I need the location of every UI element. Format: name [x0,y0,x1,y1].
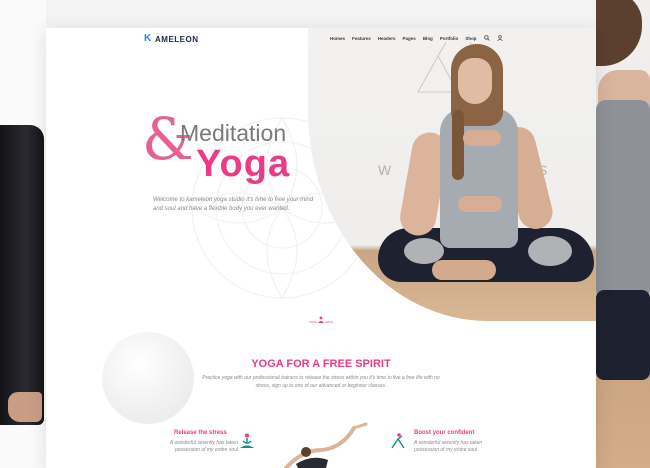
website-page: W S S K AMELEON Homes Features Headers P… [46,28,596,468]
woman-face [458,58,492,104]
yoga-pose-icon [391,433,405,449]
nav-item-pages[interactable]: Pages [403,36,416,41]
background-figure-pants [596,290,650,380]
logo-mark: K [144,33,152,44]
background-figure-foot [8,392,42,422]
woman-foot [432,260,496,280]
nav-item-homes[interactable]: Homes [330,36,345,41]
woman-hand-belly [458,196,502,212]
yoga-pose-image [284,422,368,468]
lotus-divider-icon [309,316,333,323]
feature-title-release-stress: Release the stress [174,430,227,436]
wall-letters-left: W [378,162,407,178]
nav-item-headers[interactable]: Headers [378,36,396,41]
feature-text-release-stress: A wonderful serenity has taken possessio… [169,440,238,453]
woman-braid [452,110,464,180]
hero-title-yoga: Yoga [196,143,291,185]
nav-item-blog[interactable]: Blog [423,36,433,41]
woman-hand-chest [463,130,501,146]
background-figure-leg [0,125,44,425]
background-figure-tank [596,100,650,300]
background-photo-left [0,0,46,468]
search-icon[interactable] [483,35,490,41]
background-photo-right [596,0,650,468]
feature-text-boost-confident: A wonderful serenity has taken possessio… [414,440,483,453]
site-logo[interactable]: K AMELEON [144,34,199,44]
section-description: Practice yoga with our professional trai… [202,375,440,389]
user-icon[interactable] [496,35,503,41]
nav-item-portfolio[interactable]: Portfolio [440,36,459,41]
decorative-circle [102,332,194,424]
nav-item-shop[interactable]: Shop [465,36,476,41]
main-navigation: Homes Features Headers Pages Blog Portfo… [330,35,503,41]
feature-title-boost-confident: Boost your confident [414,430,475,436]
hero-description: Welcome to kameleon yoga studio it's tim… [153,197,314,212]
nav-item-features[interactable]: Features [352,36,371,41]
background-figure-hair [596,0,642,66]
logo-text: AMELEON [155,34,199,44]
section-title: YOGA FOR A FREE SPIRIT [251,358,391,370]
meditation-icon [240,433,254,448]
